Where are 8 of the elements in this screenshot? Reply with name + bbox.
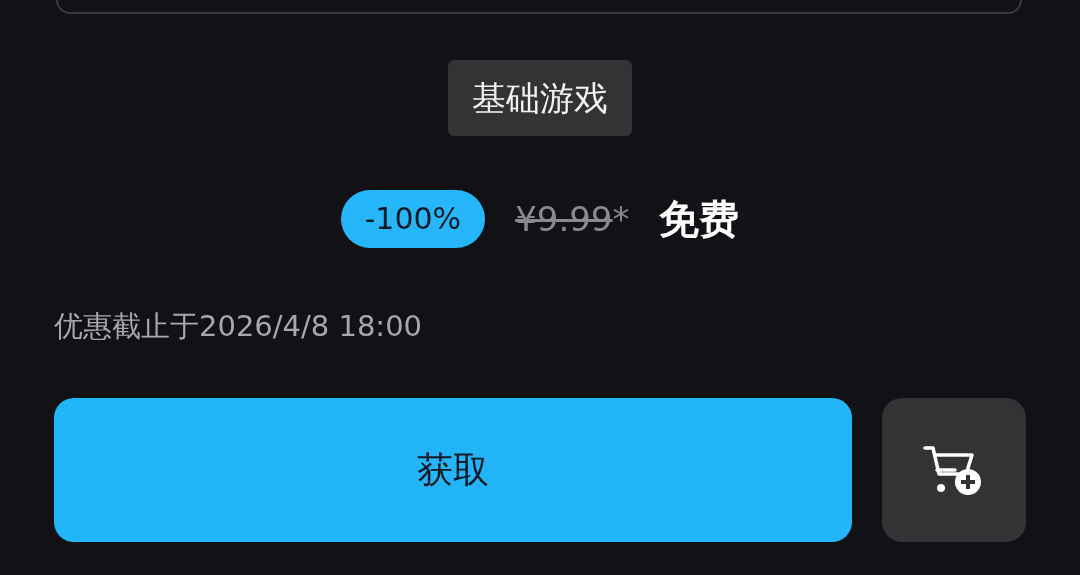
add-to-cart-button[interactable] — [882, 398, 1026, 542]
price-note: * — [612, 199, 630, 239]
discount-badge: -100% — [340, 190, 486, 248]
original-price: ¥9.99 — [515, 199, 613, 239]
offer-end-text: 优惠截止于2026/4/8 18:00 — [54, 308, 424, 345]
get-button[interactable]: 获取 — [54, 398, 852, 542]
edition-tag: 基础游戏 — [448, 60, 632, 136]
final-price: 免费 — [659, 194, 740, 244]
